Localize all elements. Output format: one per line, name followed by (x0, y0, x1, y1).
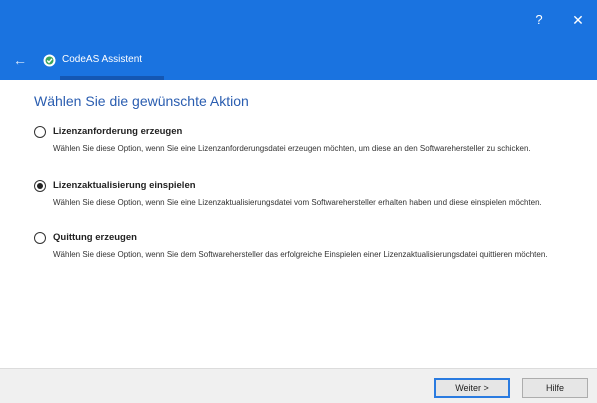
radio-receipt[interactable] (34, 232, 46, 244)
option-label[interactable]: Lizenzanforderung erzeugen (53, 125, 182, 139)
radio-license-update[interactable] (34, 180, 46, 192)
option-label[interactable]: Quittung erzeugen (53, 231, 137, 245)
help-button[interactable]: Hilfe (522, 378, 588, 398)
active-tab-indicator (60, 76, 164, 80)
option-license-request[interactable]: Lizenzanforderung erzeugen Wählen Sie di… (34, 124, 584, 155)
option-label[interactable]: Lizenzaktualisierung einspielen (53, 179, 196, 193)
title-bar: ? ✕ ← CodeAS Assistent (0, 0, 597, 80)
option-row[interactable]: Lizenzanforderung erzeugen (34, 124, 584, 140)
option-license-update[interactable]: Lizenzaktualisierung einspielen Wählen S… (34, 178, 584, 209)
option-description: Wählen Sie diese Option, wenn Sie dem So… (53, 250, 548, 259)
back-arrow-icon[interactable]: ← (8, 50, 32, 70)
radio-license-request[interactable] (34, 126, 46, 138)
wizard-window: ? ✕ ← CodeAS Assistent Wählen Sie die ge… (0, 0, 597, 403)
page-heading: Wählen Sie die gewünschte Aktion (34, 93, 249, 109)
next-button[interactable]: Weiter > (434, 378, 510, 398)
option-description: Wählen Sie diese Option, wenn Sie eine L… (53, 144, 531, 153)
option-description: Wählen Sie diese Option, wenn Sie eine L… (53, 198, 542, 207)
app-logo-icon (43, 54, 56, 67)
option-row[interactable]: Quittung erzeugen (34, 230, 584, 246)
app-title: CodeAS Assistent (62, 54, 143, 65)
option-receipt[interactable]: Quittung erzeugen Wählen Sie diese Optio… (34, 230, 584, 261)
close-button[interactable]: ✕ (561, 8, 595, 32)
help-caption-button[interactable]: ? (522, 8, 556, 32)
option-row[interactable]: Lizenzaktualisierung einspielen (34, 178, 584, 194)
button-bar: Weiter > Hilfe (0, 368, 597, 403)
